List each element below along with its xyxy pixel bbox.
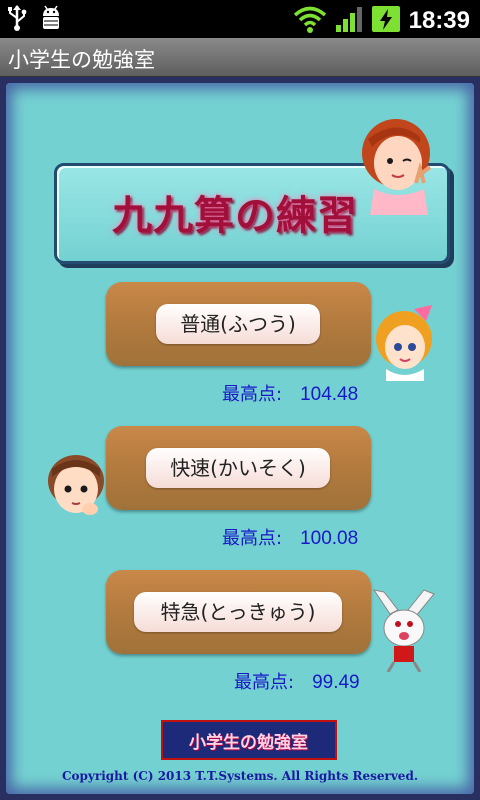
mode-express-label: 特急(とっきゅう) <box>134 592 342 632</box>
score-normal: 最高点: 104.48 <box>222 380 358 406</box>
mode-normal-button[interactable]: 普通(ふつう) <box>106 282 371 366</box>
battery-charging-icon <box>371 4 401 38</box>
app-title: 小学生の勉強室 <box>8 48 155 72</box>
mode-express-button[interactable]: 特急(とっきゅう) <box>106 570 371 654</box>
usb-icon <box>6 4 28 36</box>
mode-rapid-button[interactable]: 快速(かいそく) <box>106 426 371 510</box>
girl-avatar <box>368 305 440 385</box>
score-express-value: 99.49 <box>312 672 360 693</box>
score-rapid-value: 100.08 <box>300 528 359 549</box>
rabbit-avatar <box>368 588 442 676</box>
mode-normal-label: 普通(ふつう) <box>156 304 320 344</box>
score-normal-label: 最高点: <box>222 384 283 405</box>
score-express-label: 最高点: <box>234 672 295 693</box>
score-express: 最高点: 99.49 <box>234 668 360 694</box>
status-bar: 18:39 <box>0 0 480 38</box>
page-title: 九九算の練習 <box>112 192 358 239</box>
signal-icon <box>335 5 363 37</box>
app-banner[interactable]: 小学生の勉強室 <box>161 720 337 760</box>
main-panel: 九九算の練習 普通(ふつう) 最高点: 104.48 快速(かいそく) 最高点:… <box>6 83 474 794</box>
score-rapid-label: 最高点: <box>222 528 283 549</box>
boy-avatar <box>44 451 108 527</box>
teacher-avatar <box>354 115 440 219</box>
app-title-bar: 小学生の勉強室 <box>0 38 480 77</box>
wifi-icon <box>293 5 327 37</box>
score-normal-value: 104.48 <box>300 384 359 405</box>
copyright-text: Copyright (C) 2013 T.T.Systems. All Righ… <box>61 769 419 783</box>
main-content: 九九算の練習 普通(ふつう) 最高点: 104.48 快速(かいそく) 最高点:… <box>0 77 480 800</box>
mode-rapid-label: 快速(かいそく) <box>146 448 330 488</box>
clock: 18:39 <box>408 7 470 34</box>
android-debug-icon <box>38 4 64 36</box>
score-rapid: 最高点: 100.08 <box>222 524 358 550</box>
banner-text: 小学生の勉強室 <box>189 733 308 753</box>
